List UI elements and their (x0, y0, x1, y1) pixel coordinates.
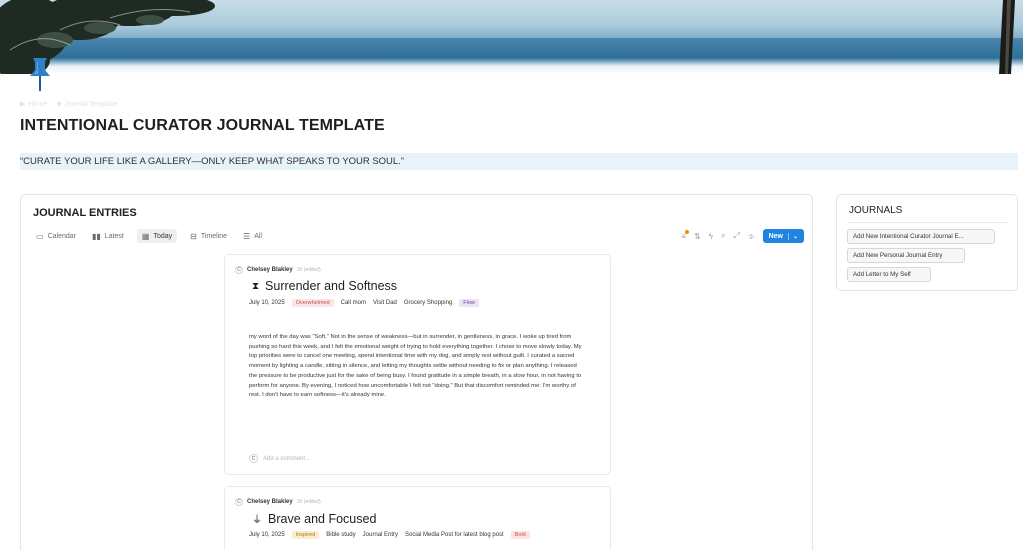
energy-tag: Flow (459, 299, 479, 307)
filter-active-dot (685, 229, 690, 234)
tab-timeline[interactable]: ⊟ Timeline (187, 229, 230, 243)
todo-item: Social Media Post for latest blog post (405, 532, 504, 538)
view-tabs: ▭ Calendar ▮▮ Latest ▦ Today ⊟ Timeline … (33, 229, 265, 243)
comment-input[interactable]: Add a comment... (263, 456, 310, 462)
tab-calendar[interactable]: ▭ Calendar (33, 229, 79, 243)
avatar: C (235, 498, 243, 506)
chevron-down-icon[interactable]: ⌄ (787, 232, 798, 240)
avatar: C (235, 266, 243, 274)
filter-icon[interactable]: ≡ (681, 229, 690, 241)
database-title[interactable]: JOURNAL ENTRIES (33, 207, 137, 219)
database-toolbar: ≡ ⇅ ϟ ⌕ ⤢ ≑ New ⌄ (681, 229, 804, 243)
book-icon: ▮▮ (91, 231, 101, 241)
gallery-icon: ▦ (141, 231, 150, 241)
breadcrumb-item-template[interactable]: ■ Journal Template (57, 100, 117, 108)
breadcrumb: ▶ Home ■ Journal Template (20, 100, 118, 109)
page-title: INTENTIONAL CURATOR JOURNAL TEMPLATE (20, 117, 385, 134)
list-icon: ☰ (243, 231, 251, 241)
tab-all[interactable]: ☰ All (240, 229, 265, 243)
cover-image (0, 0, 1023, 74)
add-curator-entry-button[interactable]: Add New Intentional Curator Journal E... (847, 229, 995, 244)
new-button[interactable]: New ⌄ (762, 229, 804, 243)
todo-item: Bible study (326, 532, 356, 538)
comment-field[interactable]: C Add a comment... (249, 454, 310, 463)
timeline-icon: ⊟ (190, 231, 197, 241)
card-title[interactable]: ⏚ Brave and Focused (252, 511, 376, 527)
add-letter-button[interactable]: Add Letter to My Self (847, 267, 931, 282)
home-icon: ▶ (20, 101, 26, 108)
plug-icon: ⏚ (252, 515, 262, 526)
calendar-icon: ▭ (36, 231, 44, 241)
mood-tag: Inspired (291, 531, 320, 539)
tab-today[interactable]: ▦ Today (136, 229, 178, 243)
hourglass-icon: ⧗ (252, 280, 260, 292)
entry-date: July 10, 2025 (249, 532, 285, 538)
tab-latest[interactable]: ▮▮ Latest (89, 229, 127, 243)
entry-body: my word of the day was "Soft." Not in th… (249, 334, 582, 399)
cover-palm (999, 0, 1015, 74)
energy-tag: Bold (510, 531, 530, 539)
todo-item: Call mom (340, 300, 366, 306)
card-author: C Chelsey Blakley 1h (edited) (235, 498, 321, 506)
avatar: C (249, 454, 258, 463)
journals-title: JOURNALS (849, 205, 903, 216)
automation-icon[interactable]: ϟ (709, 232, 713, 241)
entry-date: July 10, 2025 (249, 300, 285, 306)
settings-icon[interactable]: ≑ (748, 232, 755, 241)
card-properties: July 10, 2025 Inspired Bible study Journ… (249, 531, 530, 539)
book-icon: ■ (57, 100, 62, 108)
quote-callout: “CURATE YOUR LIFE LIKE A GALLERY—ONLY KE… (20, 153, 1018, 170)
card-author: C Chelsey Blakley 1h (edited) (235, 266, 321, 274)
gallery-card[interactable]: C Chelsey Blakley 1h (edited) ⧗ Surrende… (224, 254, 611, 475)
add-personal-entry-button[interactable]: Add New Personal Journal Entry (847, 248, 965, 263)
mood-tag: Overwhelmed (291, 299, 334, 307)
divider (847, 222, 1007, 223)
todo-item: Grocery Shopping (403, 300, 453, 306)
todo-item: Journal Entry (362, 532, 398, 538)
search-icon[interactable]: ⌕ (721, 231, 725, 241)
sort-icon[interactable]: ⇅ (694, 232, 701, 241)
journals-panel: JOURNALS Add New Intentional Curator Jou… (836, 194, 1018, 291)
gallery-card[interactable]: C Chelsey Blakley 1h (edited) ⏚ Brave an… (224, 486, 611, 550)
pushpin-icon[interactable] (28, 56, 52, 92)
card-title[interactable]: ⧗ Surrender and Softness (252, 279, 397, 293)
expand-icon[interactable]: ⤢ (733, 231, 739, 241)
todo-item: Visit Dad (372, 300, 397, 306)
journal-entries-database: JOURNAL ENTRIES ▭ Calendar ▮▮ Latest ▦ T… (20, 194, 813, 550)
breadcrumb-item-home[interactable]: ▶ Home (20, 100, 47, 109)
card-properties: July 10, 2025 Overwhelmed Call mom Visit… (249, 299, 479, 307)
